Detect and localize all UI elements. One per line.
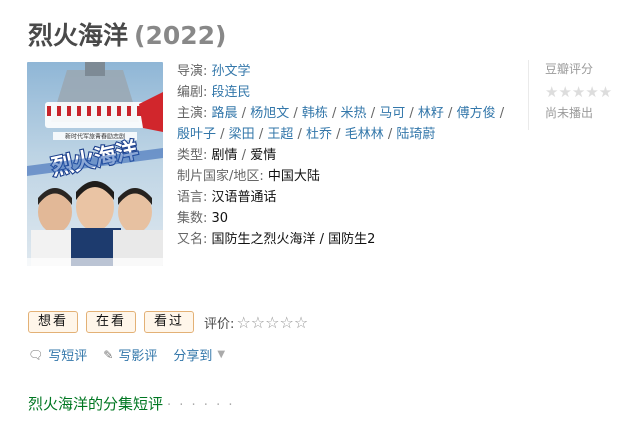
rating-stars-icon: ★★★★★	[545, 83, 613, 101]
write-short-review-link[interactable]: 🗨︎ 写短评	[28, 345, 88, 365]
cast-link[interactable]: 韩栋	[302, 106, 328, 121]
episodes-label: 集数:	[177, 211, 208, 226]
episode-comments-heading: 烈火海洋的分集短评 · · · · · ·	[28, 393, 234, 414]
share-link[interactable]: 分享到 ▼	[173, 345, 225, 364]
cast-link[interactable]: 殷叶子	[177, 127, 216, 142]
cast-link[interactable]: 陆琦蔚	[396, 127, 435, 142]
aka-row: 又名: 国防生之烈火海洋 / 国防生2	[177, 229, 517, 250]
write-review-label: 写影评	[118, 349, 158, 364]
page-title: 烈火海洋 (2022)	[28, 16, 226, 52]
episodes-value: 30	[211, 211, 229, 226]
director-row: 导演: 孙文学	[177, 61, 517, 82]
page: 烈火海洋 (2022) 新时代军旅青春励志剧 导演: 孙文学 编剧: 段连民 主…	[0, 0, 640, 425]
writer-row: 编剧: 段连民	[177, 82, 517, 103]
country-value: 中国大陆	[267, 169, 320, 184]
cast-row: 主演: 路晨 / 杨旭文 / 韩栋 / 米热 / 马可 / 林籽 / 傅方俊 /…	[177, 106, 505, 142]
country-row: 制片国家/地区: 中国大陆	[177, 166, 517, 187]
chevron-down-icon: ▼	[217, 349, 226, 360]
cast-link[interactable]: 林籽	[418, 106, 444, 121]
poster-people	[31, 181, 163, 266]
aka-label: 又名:	[177, 232, 208, 247]
writer-link[interactable]: 段连民	[212, 85, 251, 100]
share-label: 分享到	[173, 349, 213, 364]
country-label: 制片国家/地区:	[177, 169, 264, 184]
cast-link[interactable]: 马可	[379, 106, 405, 121]
watched-button[interactable]: 看过	[144, 311, 195, 333]
want-button[interactable]: 想看	[28, 311, 79, 333]
write-short-review-label: 写短评	[48, 349, 88, 364]
genre-value: 剧情	[211, 148, 238, 163]
cast-link[interactable]: 王超	[267, 127, 293, 142]
rating-status: 尚未播出	[545, 106, 594, 120]
douban-rating: 豆瓣评分 ★★★★★ 尚未播出	[528, 60, 640, 130]
writer-label: 编剧:	[177, 85, 208, 100]
interest-actions: 想看 在看 看过 评价: ☆☆☆☆☆	[28, 311, 308, 333]
cast-link[interactable]: 杜乔	[306, 127, 332, 142]
comment-icon: 🗨︎	[28, 347, 44, 362]
rate-stars-icon[interactable]: ☆☆☆☆☆	[236, 313, 308, 332]
title-text: 烈火海洋	[28, 21, 129, 50]
cast-link[interactable]: 毛林林	[345, 127, 384, 142]
director-link[interactable]: 孙文学	[212, 64, 251, 79]
episodes-row: 集数: 30	[177, 208, 517, 229]
language-value: 汉语普通话	[211, 190, 277, 205]
language-label: 语言:	[177, 190, 208, 205]
write-links: 🗨︎ 写短评 ✎ 写影评 分享到 ▼	[28, 345, 241, 365]
genre-label: 类型:	[177, 148, 208, 163]
rating-label: 豆瓣评分	[545, 62, 594, 76]
genre-value: 爱情	[250, 148, 277, 163]
poster-banner-text: 新时代军旅青春励志剧	[65, 133, 125, 141]
cast-label: 主演:	[177, 106, 208, 121]
rate-label: 评价:	[204, 316, 235, 332]
language-row: 语言: 汉语普通话	[177, 187, 517, 208]
section-dots: · · · · · ·	[167, 398, 235, 413]
genre-row: 类型: 剧情 / 爱情	[177, 148, 277, 163]
cast-link[interactable]: 米热	[341, 106, 367, 121]
director-label: 导演:	[177, 64, 208, 79]
cast-link[interactable]: 梁田	[229, 127, 255, 142]
cast-link[interactable]: 傅方俊	[457, 106, 496, 121]
poster-image[interactable]: 新时代军旅青春励志剧 烈火海洋	[27, 62, 163, 266]
watching-button[interactable]: 在看	[86, 311, 137, 333]
write-review-link[interactable]: ✎ 写影评	[103, 345, 158, 365]
section-title: 烈火海洋的分集短评	[28, 395, 164, 413]
cast-link[interactable]: 杨旭文	[250, 106, 289, 121]
pencil-icon: ✎	[103, 347, 114, 362]
aka-value: 国防生之烈火海洋 / 国防生2	[211, 232, 376, 247]
cast-link[interactable]: 路晨	[212, 106, 238, 121]
movie-info: 导演: 孙文学 编剧: 段连民 主演: 路晨 / 杨旭文 / 韩栋 / 米热 /…	[177, 61, 517, 250]
title-year: (2022)	[134, 21, 227, 50]
poster-art: 新时代军旅青春励志剧 烈火海洋	[27, 62, 163, 266]
